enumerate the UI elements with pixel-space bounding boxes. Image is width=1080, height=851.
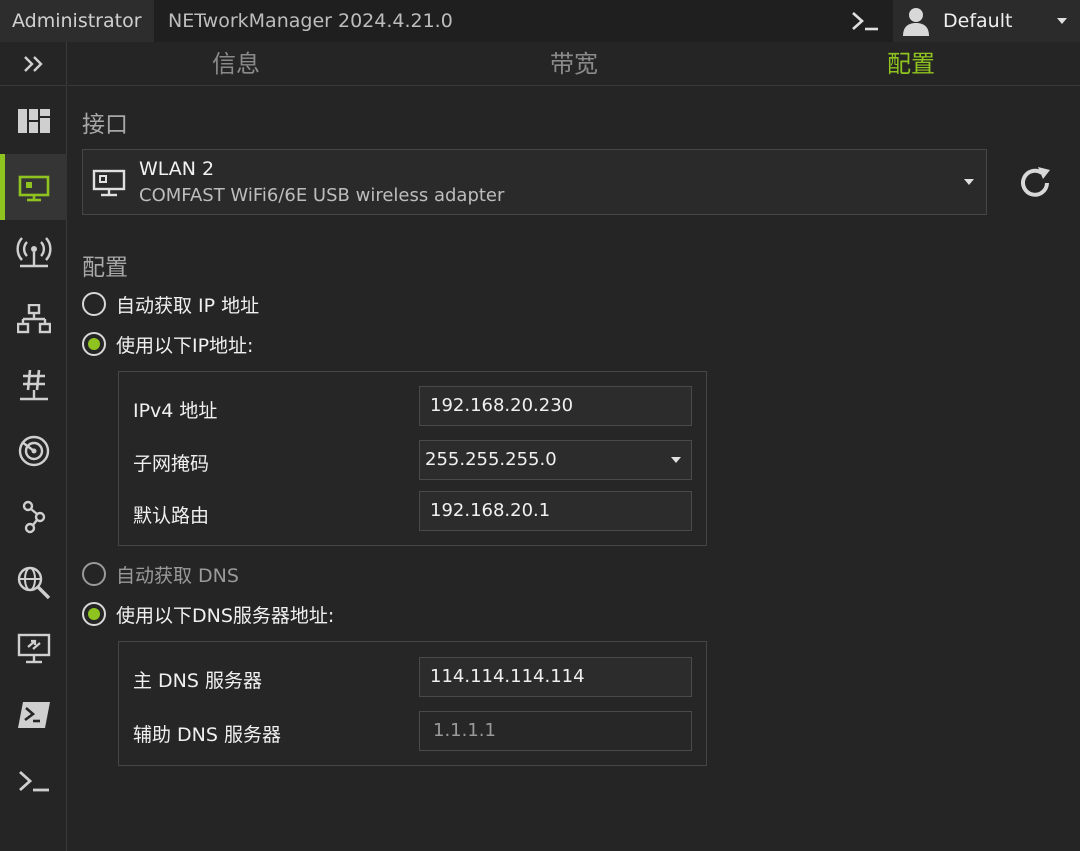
title-bar: Administrator NETworkManager 2024.4.21.0…	[0, 0, 1080, 42]
sidebar-item-port-scanner[interactable]	[0, 352, 67, 418]
sidebar-item-traceroute[interactable]	[0, 484, 67, 550]
sidebar-item-terminal[interactable]	[0, 748, 67, 814]
sidebar-item-dashboard[interactable]	[0, 88, 67, 154]
ip-auto-radio[interactable]	[82, 292, 106, 316]
dns-manual-radio[interactable]	[82, 602, 106, 626]
dns-primary-label: 主 DNS 服务器	[133, 670, 262, 692]
terminal-button[interactable]	[840, 4, 890, 38]
tab-configure[interactable]: 配置	[887, 42, 935, 86]
ipv4-label: IPv4 地址	[133, 400, 218, 422]
chevron-down-icon	[1057, 18, 1067, 24]
profile-selector[interactable]: Default	[893, 0, 1080, 42]
sidebar-item-wifi[interactable]	[0, 220, 67, 286]
ipv4-input[interactable]: 192.168.20.230	[419, 386, 692, 426]
subnet-label: 子网掩码	[133, 453, 210, 475]
app-title: NETworkManager 2024.4.21.0	[168, 10, 453, 32]
network-adapter-icon	[92, 169, 126, 197]
sidebar-item-ping-monitor[interactable]	[0, 418, 67, 484]
ip-manual-label: 使用以下IP地址:	[116, 334, 254, 357]
dns-auto-radio[interactable]	[82, 562, 106, 586]
dns-manual-label: 使用以下DNS服务器地址:	[116, 604, 335, 627]
powershell-icon	[17, 702, 50, 728]
tab-info[interactable]: 信息	[212, 42, 260, 86]
refresh-button[interactable]	[1012, 160, 1058, 206]
ip-settings-group: IPv4 地址 192.168.20.230 子网掩码 255.255.255.…	[118, 371, 707, 546]
user-role-label: Administrator	[0, 0, 154, 42]
subnet-select[interactable]: 255.255.255.0	[419, 440, 692, 480]
terminal-icon	[852, 12, 878, 31]
double-chevron-right-icon	[23, 55, 43, 72]
interface-description: COMFAST WiFi6/6E USB wireless adapter	[139, 185, 505, 206]
ip-manual-radio[interactable]	[82, 332, 106, 356]
ip-manual-option[interactable]: 使用以下IP地址:	[82, 330, 253, 358]
route-nodes-icon	[22, 500, 45, 534]
profile-name: Default	[943, 10, 1013, 32]
config-section-title: 配置	[82, 255, 128, 281]
remote-desktop-icon	[17, 633, 50, 664]
ip-auto-option[interactable]: 自动获取 IP 地址	[82, 290, 259, 318]
interface-section-title: 接口	[82, 112, 128, 138]
gateway-label: 默认路由	[133, 505, 210, 527]
dashboard-icon	[17, 109, 50, 133]
gateway-input[interactable]: 192.168.20.1	[419, 491, 692, 531]
network-topology-icon	[16, 304, 51, 334]
expand-sidebar-button[interactable]	[0, 42, 67, 86]
sidebar-item-ip-scanner[interactable]	[0, 286, 67, 352]
tab-bandwidth[interactable]: 带宽	[550, 42, 598, 86]
dns-auto-label: 自动获取 DNS	[116, 564, 239, 587]
sidebar	[0, 42, 67, 851]
terminal-icon	[18, 770, 49, 792]
dns-auto-option[interactable]: 自动获取 DNS	[82, 560, 239, 588]
dns-manual-option[interactable]: 使用以下DNS服务器地址:	[82, 600, 334, 628]
subnet-value: 255.255.255.0	[425, 449, 557, 470]
user-icon	[901, 4, 931, 38]
interface-name: WLAN 2	[139, 158, 215, 180]
network-interface-icon	[18, 175, 49, 202]
sidebar-item-dns-lookup[interactable]	[0, 550, 67, 616]
sidebar-item-powershell[interactable]	[0, 682, 67, 748]
dns-primary-input[interactable]: 114.114.114.114	[419, 657, 692, 697]
radar-icon	[18, 435, 49, 467]
wifi-antenna-icon	[15, 237, 52, 268]
ip-auto-label: 自动获取 IP 地址	[116, 294, 260, 317]
refresh-icon	[1021, 167, 1050, 197]
interface-dropdown[interactable]: WLAN 2 COMFAST WiFi6/6E USB wireless ada…	[82, 149, 987, 215]
sidebar-item-network-interface[interactable]	[0, 154, 67, 220]
chevron-down-icon	[964, 179, 974, 185]
globe-search-icon	[17, 566, 50, 600]
tab-bar: 信息 带宽 配置	[68, 42, 1080, 86]
dns-secondary-label: 辅助 DNS 服务器	[133, 724, 281, 746]
dns-settings-group: 主 DNS 服务器 114.114.114.114 辅助 DNS 服务器 1.1…	[118, 641, 707, 766]
chevron-down-icon	[671, 457, 681, 463]
hash-network-icon	[19, 369, 48, 401]
sidebar-item-remote-desktop[interactable]	[0, 616, 67, 682]
dns-secondary-input[interactable]: 1.1.1.1	[419, 711, 692, 751]
